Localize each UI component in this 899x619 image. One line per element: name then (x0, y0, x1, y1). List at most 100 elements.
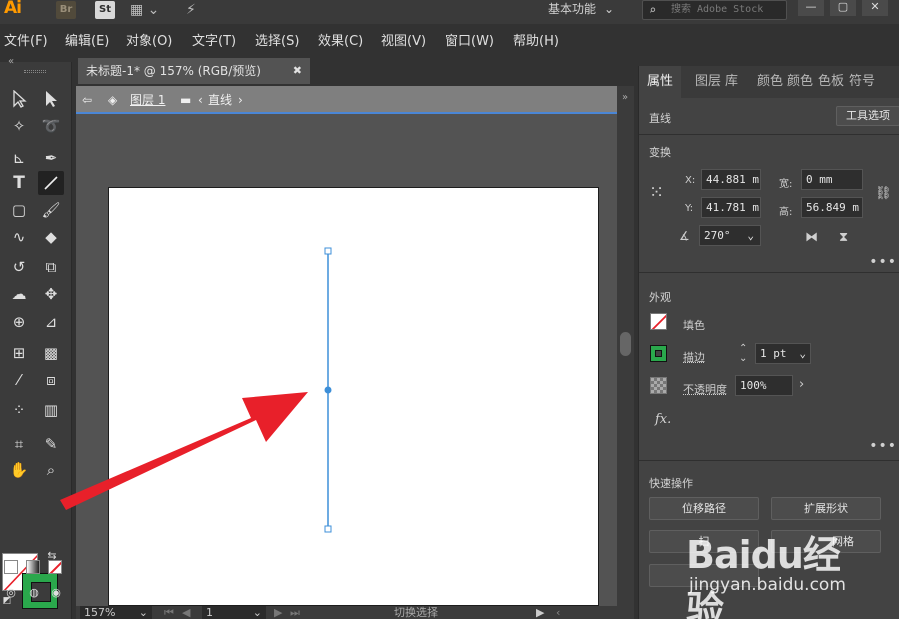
paintbrush-tool-icon[interactable]: 🖌 (38, 198, 64, 222)
rotate-angle-field[interactable]: 270° ⌄ (699, 225, 761, 246)
symbol-sprayer-tool-icon[interactable]: ⁘ (6, 398, 32, 422)
tab-color[interactable]: 颜色 (757, 66, 783, 98)
hand-tool-icon[interactable]: ✋ (6, 458, 32, 482)
status-menu-icon[interactable]: ▶ (536, 606, 544, 619)
panel-collapse-handle[interactable] (620, 300, 634, 360)
opacity-icon[interactable] (650, 377, 667, 394)
selection-tool-icon[interactable] (6, 87, 32, 111)
chevron-right-icon[interactable]: › (799, 377, 804, 392)
menu-file[interactable]: 文件(F) (4, 30, 48, 49)
gradient-mode-swatch[interactable] (26, 560, 40, 574)
scale-tool-icon[interactable]: ⧉ (38, 255, 64, 279)
stroke-weight-field[interactable]: 1 pt ⌄ (755, 343, 811, 364)
menu-window[interactable]: 窗口(W) (445, 30, 494, 49)
perspective-grid-tool-icon[interactable]: ⊿ (38, 310, 64, 334)
collapse-panels-icon[interactable]: » (622, 92, 628, 103)
shape-builder-tool-icon[interactable]: ⊕ (6, 310, 32, 334)
lasso-tool-icon[interactable]: ➰ (38, 114, 64, 138)
menu-view[interactable]: 视图(V) (381, 30, 426, 49)
gradient-tool-icon[interactable]: ▩ (38, 341, 64, 365)
effects-fx-icon[interactable]: fx. (655, 412, 671, 427)
menu-help[interactable]: 帮助(H) (513, 30, 559, 49)
menu-select[interactable]: 选择(S) (255, 30, 299, 49)
anchor-point-top[interactable] (324, 247, 332, 255)
eyedropper-tool-icon[interactable]: ⁄ (6, 368, 32, 392)
height-field[interactable]: 56.849 m (801, 197, 863, 218)
canvas-area[interactable]: ⇦ ◈ 图层 1 ▬ ‹ 直线 › (76, 86, 617, 606)
menu-type[interactable]: 文字(T) (192, 30, 236, 49)
zoom-level-field[interactable]: 157% ⌄ (80, 606, 152, 619)
artboard-tool-icon[interactable]: ⌗ (6, 432, 32, 456)
x-field[interactable]: 44.881 m (701, 169, 761, 190)
more-options-icon[interactable]: ••• (869, 254, 897, 270)
anchor-point-bottom[interactable] (324, 525, 332, 533)
constrain-proportions-icon[interactable]: ⛓ (875, 186, 892, 201)
color-mode-swatch[interactable] (4, 560, 18, 574)
menu-edit[interactable]: 编辑(E) (65, 30, 109, 49)
draw-behind-icon[interactable]: ◍ (24, 584, 44, 602)
stroke-weight-stepper-icon[interactable]: ⌃ ⌄ (739, 344, 747, 364)
artboard-number-field[interactable]: 1 ⌄ (202, 606, 266, 619)
bridge-button[interactable]: Br (56, 1, 76, 19)
scroll-left-icon[interactable]: ‹ (556, 606, 560, 619)
stock-button[interactable]: St (95, 1, 115, 19)
rotate-tool-icon[interactable]: ↺ (6, 255, 32, 279)
type-tool-icon[interactable]: T (6, 171, 32, 195)
mesh-tool-icon[interactable]: ⊞ (6, 341, 32, 365)
curvature-tool-icon[interactable]: ⊾ (6, 146, 32, 170)
blend-tool-icon[interactable]: ⧈ (38, 368, 64, 392)
stroke-swatch-small[interactable] (650, 345, 667, 362)
direct-selection-tool-icon[interactable] (38, 87, 64, 111)
none-mode-swatch[interactable] (48, 560, 62, 574)
tab-layers[interactable]: 图层 (695, 66, 721, 98)
more-options-icon[interactable]: ••• (869, 438, 897, 454)
flip-horizontal-icon[interactable]: ⧓ (805, 230, 818, 245)
draw-normal-icon[interactable]: ◎ (1, 584, 21, 602)
collapse-toolbar-icon[interactable]: « (8, 56, 14, 67)
panel-grip[interactable] (24, 70, 46, 73)
zoom-tool-icon[interactable]: ⌕ (38, 458, 64, 482)
draw-inside-icon[interactable]: ◉ (46, 584, 66, 602)
last-page-icon[interactable]: ⏭ (290, 606, 300, 619)
puppet-warp-tool-icon[interactable]: ✥ (38, 282, 64, 306)
stock-search-input[interactable]: ⌕ 搜索 Adobe Stock (642, 0, 787, 20)
tab-symbols[interactable]: 符号 (849, 66, 875, 98)
next-page-icon[interactable]: ▶ (274, 606, 282, 619)
close-window-button[interactable]: ✕ (862, 0, 888, 16)
column-graph-tool-icon[interactable]: ▥ (38, 398, 64, 422)
arrange-documents-icon[interactable]: ▦ ⌄ (130, 0, 159, 20)
expand-shape-button[interactable]: 扩展形状 (771, 497, 881, 520)
close-document-icon[interactable]: ✖ (293, 58, 302, 84)
tab-color-guide[interactable]: 颜色 (787, 66, 813, 98)
minimize-button[interactable]: — (798, 0, 824, 16)
tool-options-button[interactable]: 工具选项 (836, 106, 899, 126)
tab-properties[interactable]: 属性 (639, 66, 682, 98)
previous-page-icon[interactable]: ◀ (182, 606, 190, 619)
width-field[interactable]: 0 mm (801, 169, 863, 190)
shaper-tool-icon[interactable]: ∿ (6, 225, 32, 249)
line-segment-tool-icon[interactable] (38, 171, 64, 195)
reference-point-icon[interactable]: ⁙ (649, 182, 664, 203)
tab-swatches[interactable]: 色板 (818, 66, 844, 98)
fill-swatch-small[interactable] (650, 313, 667, 330)
maximize-button[interactable]: ▢ (830, 0, 856, 16)
document-tab[interactable]: 未标题-1* @ 157% (RGB/预览) ✖ (78, 58, 310, 84)
magic-wand-tool-icon[interactable]: ✧ (6, 114, 32, 138)
warp-tool-icon[interactable]: ☁ (6, 282, 32, 306)
eraser-tool-icon[interactable]: ◆ (38, 225, 64, 249)
workspace-switcher[interactable]: 基本功能 ⌄ (548, 0, 614, 18)
opacity-field[interactable]: 100% (735, 375, 793, 396)
y-field[interactable]: 41.781 m (701, 197, 761, 218)
slice-tool-icon[interactable]: ✎ (38, 432, 64, 456)
gpu-performance-icon[interactable]: ⚡ (186, 0, 196, 20)
stroke-label[interactable]: 描边 (683, 349, 705, 365)
menu-effect[interactable]: 效果(C) (318, 30, 363, 49)
pen-tool-icon[interactable]: ✒ (38, 146, 64, 170)
opacity-label[interactable]: 不透明度 (683, 381, 727, 397)
tab-libraries[interactable]: 库 (725, 66, 738, 98)
first-page-icon[interactable]: ⏮ (164, 606, 174, 619)
flip-vertical-icon[interactable]: ⧗ (839, 230, 848, 245)
offset-path-button[interactable]: 位移路径 (649, 497, 759, 520)
status-mode[interactable]: 切换选择 (394, 606, 438, 619)
rectangle-tool-icon[interactable]: ▢ (6, 198, 32, 222)
